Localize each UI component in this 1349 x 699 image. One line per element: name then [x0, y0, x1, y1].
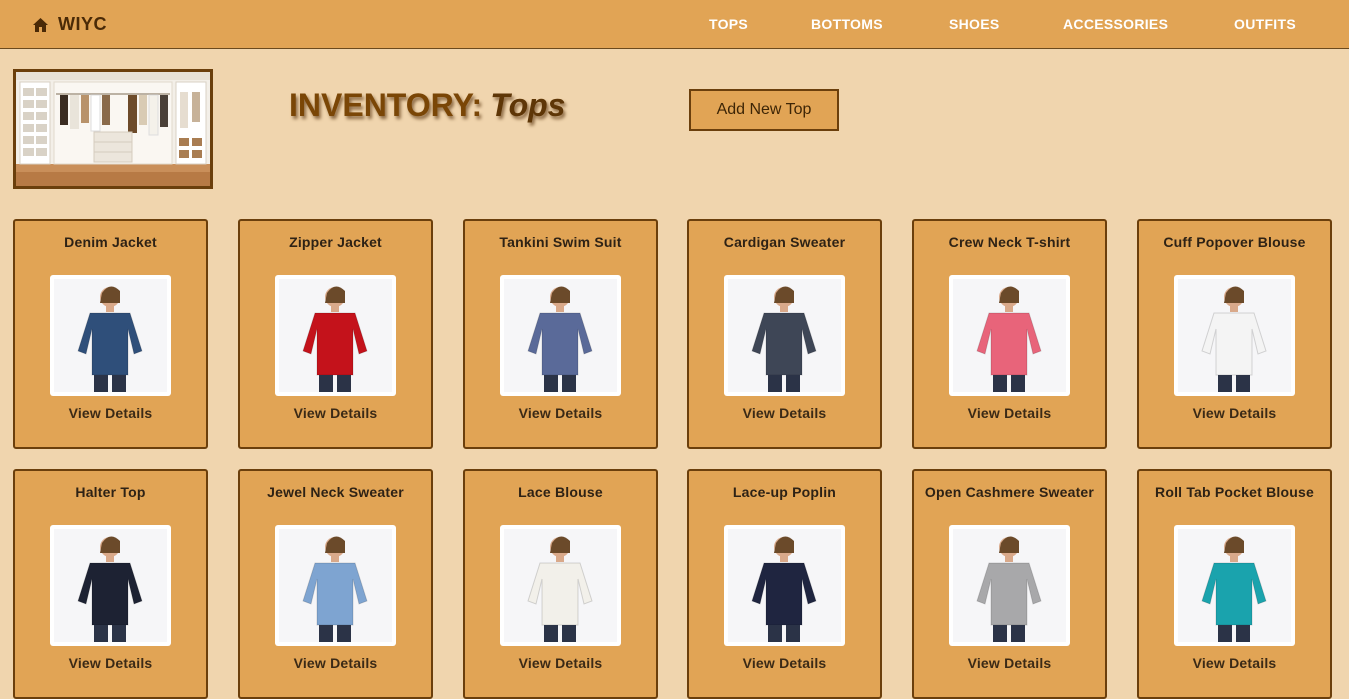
- view-details-link[interactable]: View Details: [689, 405, 880, 421]
- item-title: Cardigan Sweater: [723, 234, 846, 250]
- top-navbar: WIYC TOPS BOTTOMS SHOES ACCESSORIES OUTF…: [0, 0, 1349, 49]
- view-details-link[interactable]: View Details: [240, 655, 431, 671]
- item-card: Denim Jacket View Details: [13, 219, 208, 449]
- item-image: [504, 279, 617, 392]
- item-thumbnail[interactable]: [724, 275, 845, 396]
- nav-link-accessories[interactable]: ACCESSORIES: [1063, 16, 1168, 32]
- item-card: Open Cashmere Sweater View Details: [912, 469, 1107, 699]
- view-details-link[interactable]: View Details: [689, 655, 880, 671]
- item-thumbnail[interactable]: [275, 275, 396, 396]
- closet-hero-image: [13, 69, 213, 189]
- item-card: Zipper Jacket View Details: [238, 219, 433, 449]
- home-icon: [33, 17, 48, 32]
- item-thumbnail[interactable]: [275, 525, 396, 646]
- item-thumbnail[interactable]: [500, 525, 621, 646]
- item-title: Halter Top: [75, 484, 146, 500]
- item-title: Open Cashmere Sweater: [924, 484, 1095, 500]
- item-card: Cuff Popover Blouse View Details: [1137, 219, 1332, 449]
- item-image: [1178, 529, 1291, 642]
- item-thumbnail[interactable]: [1174, 275, 1295, 396]
- item-image: [279, 529, 392, 642]
- item-card: Tankini Swim Suit View Details: [463, 219, 658, 449]
- item-image: [279, 279, 392, 392]
- view-details-link[interactable]: View Details: [1139, 405, 1330, 421]
- view-details-link[interactable]: View Details: [240, 405, 431, 421]
- item-card: Jewel Neck Sweater View Details: [238, 469, 433, 699]
- item-image: [953, 279, 1066, 392]
- brand-link[interactable]: WIYC: [33, 14, 107, 35]
- item-card: Lace Blouse View Details: [463, 469, 658, 699]
- page-title-category: Tops: [490, 87, 566, 123]
- view-details-link[interactable]: View Details: [15, 405, 206, 421]
- view-details-link[interactable]: View Details: [465, 405, 656, 421]
- item-card: Halter Top View Details: [13, 469, 208, 699]
- nav-link-outfits[interactable]: OUTFITS: [1234, 16, 1296, 32]
- nav-link-tops[interactable]: TOPS: [709, 16, 748, 32]
- item-title: Cuff Popover Blouse: [1163, 234, 1306, 250]
- item-image: [54, 279, 167, 392]
- item-image: [728, 279, 841, 392]
- view-details-link[interactable]: View Details: [15, 655, 206, 671]
- page-title-prefix: INVENTORY:: [289, 87, 483, 123]
- page-title: INVENTORY: Tops: [289, 87, 565, 124]
- item-title: Denim Jacket: [64, 234, 157, 250]
- item-thumbnail[interactable]: [724, 525, 845, 646]
- item-card: Roll Tab Pocket Blouse View Details: [1137, 469, 1332, 699]
- item-thumbnail[interactable]: [500, 275, 621, 396]
- item-image: [54, 529, 167, 642]
- item-thumbnail[interactable]: [1174, 525, 1295, 646]
- item-title: Tankini Swim Suit: [499, 234, 622, 250]
- item-thumbnail[interactable]: [949, 275, 1070, 396]
- nav-link-shoes[interactable]: SHOES: [949, 16, 1000, 32]
- item-image: [504, 529, 617, 642]
- item-thumbnail[interactable]: [50, 525, 171, 646]
- item-image: [1178, 279, 1291, 392]
- item-title: Roll Tab Pocket Blouse: [1155, 484, 1314, 500]
- item-title: Crew Neck T-shirt: [948, 234, 1071, 250]
- nav-link-bottoms[interactable]: BOTTOMS: [811, 16, 883, 32]
- item-card: Cardigan Sweater View Details: [687, 219, 882, 449]
- item-title: Jewel Neck Sweater: [267, 484, 404, 500]
- view-details-link[interactable]: View Details: [914, 405, 1105, 421]
- item-card: Lace-up Poplin View Details: [687, 469, 882, 699]
- item-title: Lace-up Poplin: [732, 484, 837, 500]
- view-details-link[interactable]: View Details: [465, 655, 656, 671]
- view-details-link[interactable]: View Details: [1139, 655, 1330, 671]
- item-thumbnail[interactable]: [50, 275, 171, 396]
- item-card: Crew Neck T-shirt View Details: [912, 219, 1107, 449]
- view-details-link[interactable]: View Details: [914, 655, 1105, 671]
- item-title: Lace Blouse: [518, 484, 603, 500]
- item-image: [728, 529, 841, 642]
- brand-name: WIYC: [58, 14, 107, 34]
- add-new-top-button[interactable]: Add New Top: [689, 89, 839, 131]
- item-title: Zipper Jacket: [289, 234, 382, 250]
- item-thumbnail[interactable]: [949, 525, 1070, 646]
- item-image: [953, 529, 1066, 642]
